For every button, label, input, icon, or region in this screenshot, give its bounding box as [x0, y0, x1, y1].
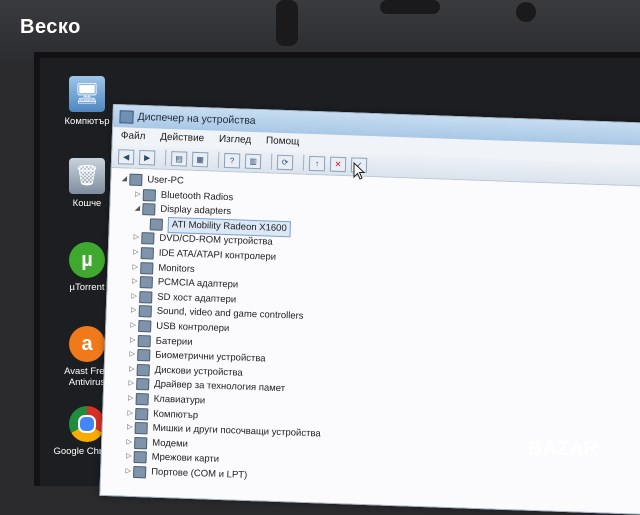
device-category-icon [142, 188, 157, 202]
device-category-icon [133, 436, 148, 450]
device-category-icon [138, 320, 152, 333]
update-driver-icon[interactable]: ↑ [308, 155, 326, 171]
device-category-icon [135, 407, 149, 421]
watermark-text: BAZAR [528, 438, 598, 460]
expand-arrow-icon[interactable]: ▷ [124, 421, 134, 435]
expand-arrow-icon[interactable]: ▷ [130, 260, 140, 274]
collapse-arrow-icon[interactable]: ◢ [119, 172, 129, 186]
tree-item-label: Портове (COM и LPT) [150, 466, 248, 481]
expand-arrow-icon[interactable]: ▷ [128, 319, 138, 333]
chrome-icon [69, 406, 105, 442]
device-category-icon [136, 378, 150, 391]
expand-arrow-icon[interactable]: ▷ [128, 333, 138, 347]
device-category-icon [137, 334, 151, 348]
expand-arrow-icon[interactable]: ▷ [124, 435, 134, 449]
computer-icon: 🖥 [69, 76, 105, 112]
device-category-icon [142, 203, 156, 216]
utorrent-icon: µ [69, 242, 105, 278]
menu-action[interactable]: Действие [160, 132, 204, 145]
recycle-bin-icon: 🗑 [69, 158, 105, 194]
tree-item-label: Модеми [152, 437, 189, 450]
menu-file[interactable]: Файл [121, 130, 146, 142]
expand-arrow-icon[interactable]: ▷ [127, 348, 137, 362]
expand-arrow-icon[interactable]: ▷ [123, 450, 133, 464]
tree-item-label: Клавиатури [153, 393, 206, 407]
avast-icon: a [69, 326, 105, 362]
expand-arrow-icon[interactable]: ▷ [131, 231, 141, 245]
tree-root-label: User-PC [147, 174, 184, 187]
device-category-icon [140, 261, 154, 275]
window-title: Диспечер на устройства [137, 110, 256, 127]
device-category-icon [140, 247, 155, 260]
tree-category-item[interactable]: ▷ Monitors [130, 260, 195, 276]
expand-arrow-icon[interactable]: ▷ [129, 304, 139, 318]
expand-arrow-icon[interactable]: ▷ [127, 362, 137, 376]
toolbar-separator [164, 149, 167, 166]
device-category-icon [135, 392, 149, 406]
uninstall-icon[interactable]: ✕ [329, 156, 347, 172]
expand-arrow-icon[interactable]: ▷ [133, 187, 143, 201]
hinge-knob [276, 0, 298, 46]
hinge-knob [380, 0, 440, 14]
expand-arrow-icon[interactable]: ▷ [130, 275, 140, 289]
expand-arrow-icon[interactable]: ▷ [125, 406, 135, 420]
device-category-icon [141, 232, 155, 245]
device-tree: ◢ User-PC ▷ Bluetooth Radios ◢ Display adap… [100, 167, 640, 514]
toolbar-separator [217, 151, 220, 168]
tree-view-icon[interactable]: ▤ [170, 150, 188, 167]
device-category-icon [139, 276, 153, 289]
details-icon[interactable]: ▥ [244, 153, 262, 169]
device-category-icon [139, 290, 153, 304]
tree-category-item[interactable]: ▷ Батерии [128, 333, 193, 349]
help-icon[interactable]: ? [223, 152, 241, 168]
tree-item-label: Monitors [158, 262, 195, 275]
expand-arrow-icon[interactable]: ▷ [129, 289, 139, 303]
toolbar-separator [302, 154, 305, 171]
tree-item-label: Компютър [153, 408, 199, 421]
properties-icon[interactable]: ▦ [191, 151, 209, 167]
device-category-icon [132, 465, 147, 479]
tree-category-item[interactable]: ▷ Портове (COM и LPT) [123, 465, 247, 483]
device-manager-icon [119, 110, 134, 124]
tree-root[interactable]: ◢ User-PC [119, 172, 184, 188]
collapse-arrow-icon[interactable]: ◢ [132, 202, 142, 216]
device-category-icon [133, 451, 147, 464]
expand-arrow-icon[interactable]: ▷ [125, 392, 135, 406]
forward-icon[interactable]: ▶ [138, 149, 156, 165]
expand-arrow-icon[interactable]: ▷ [123, 465, 133, 479]
toolbar-separator [270, 153, 273, 170]
seller-logo: Веско [20, 16, 81, 38]
device-category-icon [137, 349, 151, 362]
expand-arrow-icon[interactable]: ▷ [131, 246, 141, 260]
back-icon[interactable]: ◀ [117, 148, 135, 165]
expand-arrow-icon[interactable]: ▷ [126, 377, 136, 391]
device-category-icon [136, 363, 150, 377]
tree-category-item[interactable]: ▷ Модеми [124, 435, 188, 451]
device-category-icon [149, 218, 164, 231]
computer-icon [129, 173, 143, 187]
hinge-knob [516, 2, 536, 22]
menu-help[interactable]: Помощ [266, 135, 300, 147]
tree-item-label: Батерии [155, 335, 193, 348]
watermark-logo: BAZAR [528, 438, 598, 461]
scan-hardware-icon[interactable]: ⟳ [276, 154, 294, 170]
menu-view[interactable]: Изглед [219, 134, 252, 146]
device-category-icon [134, 422, 148, 435]
tree-item-label: Мрежови карти [151, 451, 220, 466]
device-category-icon [138, 305, 152, 318]
